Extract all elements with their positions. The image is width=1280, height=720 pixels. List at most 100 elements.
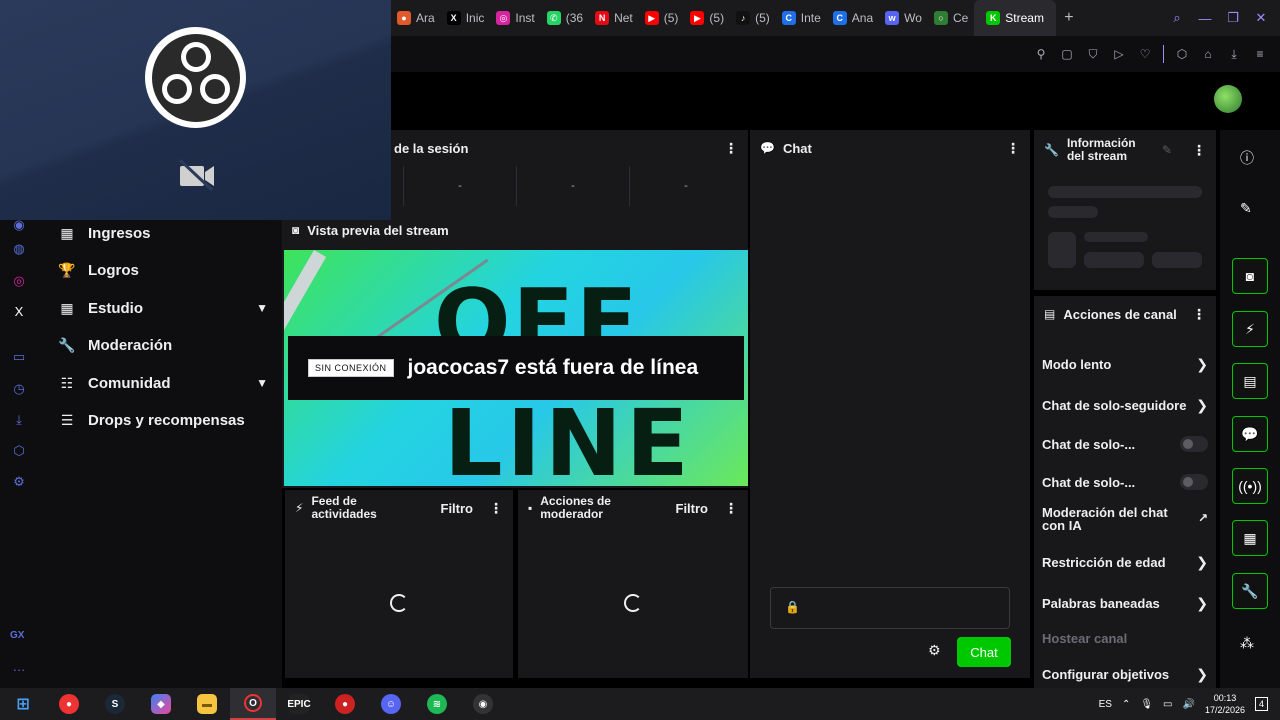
action-only-chat-2[interactable]: Chat de solo-... — [1042, 474, 1208, 490]
channel-actions-header: ▤ Acciones de canal ⋮ — [1034, 296, 1216, 332]
extensions-icon[interactable]: ⬡ — [1174, 46, 1190, 62]
quick-preview-button[interactable]: ◙ — [1232, 258, 1268, 294]
taskbar-app[interactable]: ▬ — [184, 688, 230, 720]
taskbar-app[interactable]: ◆ — [138, 688, 184, 720]
mod-actions-panel: ▪ Acciones de moderador Filtro ⋮ — [518, 490, 748, 678]
browser-tab[interactable]: ▶ (5) — [684, 0, 730, 36]
action-only-chat-1[interactable]: Chat de solo-... — [1042, 436, 1208, 452]
taskbar-app[interactable]: EPIC — [276, 688, 322, 720]
menu-icon[interactable]: ≡ — [1252, 46, 1268, 62]
edit-icon[interactable]: ✎ — [1162, 143, 1172, 157]
search-icon[interactable]: ⌕ — [1166, 10, 1188, 26]
history-icon[interactable]: ◷ — [10, 380, 28, 398]
action-age-restriction[interactable]: Restricción de edad ❯ — [1042, 554, 1208, 571]
nav-item-drops[interactable]: ☰ Drops y recompensas — [58, 407, 268, 433]
start-button[interactable]: ⊞ — [0, 688, 46, 720]
extensions-icon[interactable]: ⬡ — [10, 442, 28, 460]
toggle-switch[interactable] — [1180, 474, 1208, 490]
instagram-icon[interactable]: ◎ — [10, 272, 28, 290]
browser-tab[interactable]: X Inic — [441, 0, 491, 36]
edit-icon[interactable]: ✎ — [1240, 200, 1252, 217]
messenger-icon[interactable]: ◍ — [10, 240, 28, 258]
taskbar-app[interactable]: S — [92, 688, 138, 720]
quick-activity-button[interactable]: ⚡ — [1232, 311, 1268, 347]
browser-tab-active[interactable]: K Stream — [974, 0, 1056, 36]
toggle-switch[interactable] — [1180, 436, 1208, 452]
taskbar-app[interactable]: ● — [322, 688, 368, 720]
browser-tab[interactable]: N Net — [589, 0, 639, 36]
browser-tab[interactable]: C Ana — [827, 0, 879, 36]
browser-tab[interactable]: ● Ara — [391, 0, 441, 36]
action-configure-goals[interactable]: Configurar objetivos ❯ — [1042, 666, 1208, 683]
play-icon[interactable]: ▷ — [1111, 46, 1127, 62]
tab-label: (5) — [663, 11, 679, 25]
browser-tab[interactable]: ✆ (36 — [541, 0, 589, 36]
download-icon[interactable]: ⤓ — [10, 411, 28, 429]
filter-button[interactable]: Filtro — [676, 501, 709, 516]
browser-tab[interactable]: ♪ (5) — [730, 0, 776, 36]
browser-tab[interactable]: ▶ (5) — [639, 0, 685, 36]
taskbar-app[interactable]: ☺ — [368, 688, 414, 720]
taskbar-app[interactable]: ≋ — [414, 688, 460, 720]
tab-label: Net — [614, 11, 633, 25]
new-tab-button[interactable]: + — [1056, 9, 1082, 27]
kebab-menu-icon[interactable]: ⋮ — [1192, 306, 1206, 323]
mod-icon: ▪ — [528, 501, 533, 515]
heart-icon[interactable]: ♡ — [1137, 46, 1153, 62]
gx-label[interactable]: GX — [10, 630, 24, 641]
taskbar-app-active[interactable]: O — [230, 688, 276, 720]
nav-item-logros[interactable]: 🏆 Logros — [58, 257, 268, 283]
notifications-icon[interactable]: 4 — [1254, 697, 1268, 711]
microphone-icon[interactable]: 🎙 — [1140, 699, 1153, 710]
kebab-menu-icon[interactable]: ⋮ — [1006, 140, 1020, 157]
kebab-menu-icon[interactable]: ⋮ — [724, 500, 738, 517]
quick-tools-button[interactable]: 🔧 — [1232, 573, 1268, 609]
browser-tab[interactable]: ◎ Inst — [490, 0, 540, 36]
minimize-icon[interactable]: — — [1194, 11, 1216, 26]
filter-button[interactable]: Filtro — [441, 501, 474, 516]
browser-tab[interactable]: w Wo — [879, 0, 928, 36]
nav-item-ingresos[interactable]: ▦ Ingresos — [58, 220, 268, 246]
more-options-icon[interactable]: ⁂ — [1240, 635, 1254, 652]
network-icon[interactable]: ▭ — [1163, 699, 1172, 710]
quick-broadcast-button[interactable]: ((•)) — [1232, 468, 1268, 504]
chat-settings-icon[interactable]: ⚙ — [928, 642, 941, 659]
tray-overflow-icon[interactable]: ⌃ — [1122, 699, 1130, 710]
quick-notes-button[interactable]: ▤ — [1232, 363, 1268, 399]
action-followers-only[interactable]: Chat de solo-seguidores ❯ — [1042, 397, 1208, 414]
x-icon[interactable]: X — [10, 303, 28, 321]
kebab-menu-icon[interactable]: ⋮ — [1192, 142, 1206, 159]
browser-tab[interactable]: C Inte — [776, 0, 827, 36]
language-indicator[interactable]: ES — [1099, 699, 1112, 710]
action-slow-mode[interactable]: Modo lento ❯ — [1042, 356, 1208, 373]
more-icon[interactable]: … — [10, 658, 28, 676]
obs-logo-icon — [145, 27, 246, 128]
screenshot-icon[interactable]: ▢ — [1059, 46, 1075, 62]
action-ai-moderation[interactable]: Moderación del chat con IA ↗ — [1042, 506, 1208, 532]
pin-icon[interactable]: ⚲ — [1033, 46, 1049, 62]
kebab-menu-icon[interactable]: ⋮ — [724, 140, 738, 157]
browser-tab[interactable]: ○ Ce — [928, 0, 974, 36]
close-icon[interactable]: ✕ — [1250, 10, 1272, 26]
user-avatar[interactable] — [1214, 85, 1242, 113]
clock[interactable]: 00:13 17/2/2026 — [1205, 692, 1245, 716]
download-icon[interactable]: ⤓ — [1226, 46, 1242, 62]
taskbar-app[interactable]: ◉ — [460, 688, 506, 720]
action-banned-words[interactable]: Palabras baneadas ❯ — [1042, 595, 1208, 612]
quick-chat-button[interactable]: 💬 — [1232, 416, 1268, 452]
window-icon[interactable]: ▭ — [10, 348, 28, 366]
info-icon[interactable]: ⓘ — [1240, 148, 1254, 168]
nav-item-comunidad[interactable]: ☷ Comunidad ▼ — [58, 370, 268, 396]
nav-item-moderacion[interactable]: 🔧 Moderación — [58, 332, 268, 358]
volume-icon[interactable]: 🔊 — [1182, 699, 1194, 710]
chat-input[interactable]: 🔒 — [770, 587, 1010, 629]
maximize-icon[interactable]: ❐ — [1222, 10, 1244, 26]
kebab-menu-icon[interactable]: ⋮ — [489, 500, 503, 517]
shield-icon[interactable]: ⛉ — [1085, 46, 1101, 62]
nav-item-estudio[interactable]: ▦ Estudio ▼ — [58, 295, 268, 321]
chat-send-button[interactable]: Chat — [957, 637, 1011, 667]
taskbar-app[interactable]: ● — [46, 688, 92, 720]
settings-icon[interactable]: ⚙ — [10, 473, 28, 491]
profile-icon[interactable]: ⌂ — [1200, 46, 1216, 62]
quick-layout-button[interactable]: ▦ — [1232, 520, 1268, 556]
